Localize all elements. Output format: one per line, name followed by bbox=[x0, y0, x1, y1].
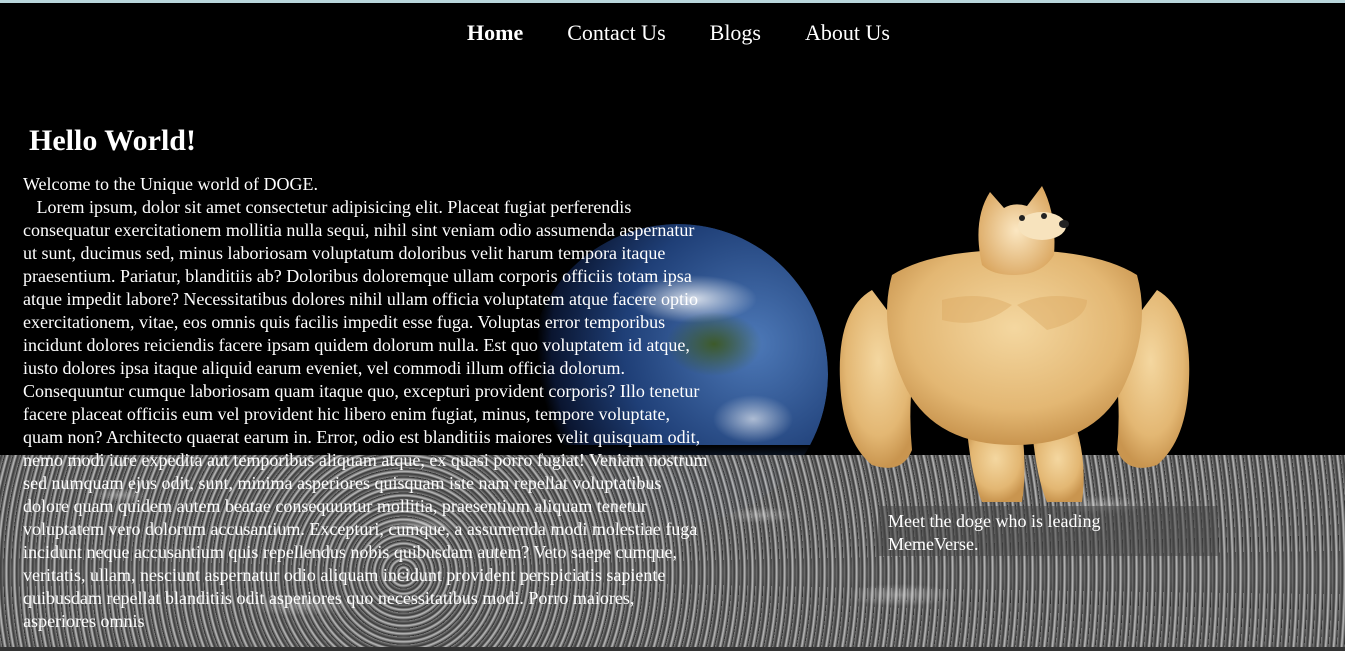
nav-contact-link[interactable]: Contact Us bbox=[567, 20, 665, 46]
page: Home Contact Us Blogs About Us Hello Wor… bbox=[0, 0, 1345, 651]
main-nav: Home Contact Us Blogs About Us bbox=[0, 20, 1345, 46]
page-title: Hello World! bbox=[29, 124, 196, 157]
nav-home-link[interactable]: Home bbox=[467, 20, 523, 46]
doge-caption: Meet the doge who is leading MemeVerse. bbox=[888, 511, 1101, 554]
nav-blogs-link[interactable]: Blogs bbox=[710, 20, 761, 46]
doge-image bbox=[839, 186, 1190, 502]
nav-about-link[interactable]: About Us bbox=[805, 20, 890, 46]
bottom-edge bbox=[0, 647, 1345, 651]
hero-paragraph: Welcome to the Unique world of DOGE. Lor… bbox=[23, 174, 708, 631]
window-top-edge bbox=[0, 0, 1345, 3]
